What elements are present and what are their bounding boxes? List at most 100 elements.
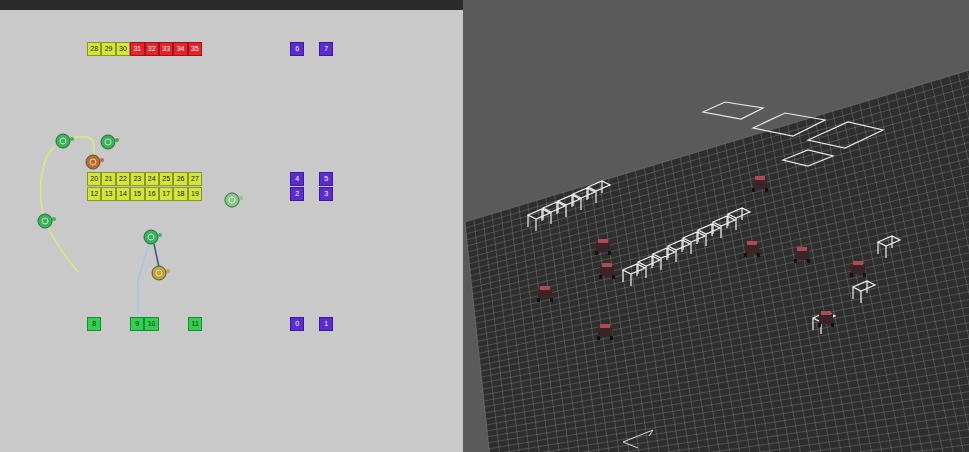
robot-path: [154, 244, 160, 272]
station-group: 5: [319, 172, 333, 186]
station[interactable]: 5: [319, 172, 333, 186]
station[interactable]: 9: [130, 317, 144, 331]
robot-model-icon: [595, 239, 611, 255]
robot-layer: [0, 10, 463, 452]
rack-icon: [878, 236, 900, 258]
axis-icon: [623, 430, 653, 448]
rack-icon: [728, 208, 750, 230]
frame: [783, 150, 833, 166]
station[interactable]: 15: [130, 187, 144, 201]
rack-icon: [653, 248, 675, 270]
rack-icon: [543, 202, 565, 224]
rack-icon: [683, 232, 705, 254]
station-group: 11: [188, 317, 202, 331]
station[interactable]: 14: [116, 187, 130, 201]
map-canvas[interactable]: 2829303132333435672021222324252627121314…: [0, 10, 463, 452]
station[interactable]: 33: [159, 42, 173, 56]
station[interactable]: 4: [290, 172, 304, 186]
robot-model-icon: [818, 311, 834, 327]
station-group: 2829303132333435: [87, 42, 202, 56]
robot-icon[interactable]: [152, 266, 170, 280]
station[interactable]: 32: [145, 42, 159, 56]
station[interactable]: 34: [173, 42, 187, 56]
map-panel: 2829303132333435672021222324252627121314…: [0, 0, 463, 452]
station-group: 2021222324252627: [87, 172, 202, 186]
station-group: 2: [290, 187, 304, 201]
robot-icon[interactable]: [38, 214, 56, 228]
3d-view[interactable]: [463, 0, 969, 452]
robot-model-icon: [597, 324, 613, 340]
rack-icon: [558, 195, 580, 217]
station[interactable]: 8: [87, 317, 101, 331]
station[interactable]: 22: [116, 172, 130, 186]
simulation-app: 2829303132333435672021222324252627121314…: [0, 0, 969, 452]
robot-model-icon: [850, 261, 866, 277]
station-group: 1: [319, 317, 333, 331]
robot-model-icon: [537, 286, 553, 302]
station[interactable]: 21: [101, 172, 115, 186]
station[interactable]: 27: [188, 172, 202, 186]
robot-icon[interactable]: [144, 230, 162, 244]
rack-icon: [573, 188, 595, 210]
station-group: 8: [87, 317, 101, 331]
station-group: 910: [130, 317, 159, 331]
station[interactable]: 6: [290, 42, 304, 56]
floor: [465, 60, 969, 452]
robot-path: [41, 147, 55, 221]
station[interactable]: 18: [173, 187, 187, 201]
station[interactable]: 0: [290, 317, 304, 331]
robot-model-icon: [599, 263, 615, 279]
station[interactable]: 30: [116, 42, 130, 56]
3d-scene: [463, 0, 969, 452]
station[interactable]: 7: [319, 42, 333, 56]
rack-icon: [813, 312, 835, 334]
robot-paths: [0, 10, 463, 452]
station[interactable]: 1: [319, 317, 333, 331]
station-group: 6: [290, 42, 304, 56]
robot-path: [63, 137, 94, 162]
frame: [753, 113, 825, 136]
station[interactable]: 35: [188, 42, 202, 56]
station[interactable]: 23: [130, 172, 144, 186]
robot-model-icon: [794, 247, 810, 263]
station[interactable]: 10: [144, 317, 158, 331]
station-group: 3: [319, 187, 333, 201]
station[interactable]: 13: [101, 187, 115, 201]
robot-icon[interactable]: [86, 155, 104, 169]
map-toolbar: [0, 0, 463, 10]
robot-path: [45, 221, 78, 272]
station-group: 7: [319, 42, 333, 56]
rack-icon: [528, 209, 550, 231]
frame: [703, 102, 763, 119]
rack-icon: [698, 224, 720, 246]
frame: [808, 122, 883, 148]
station[interactable]: 25: [159, 172, 173, 186]
rack-icon: [623, 264, 645, 286]
station[interactable]: 31: [130, 42, 144, 56]
station[interactable]: 2: [290, 187, 304, 201]
station-group: 1213141516171819: [87, 187, 202, 201]
station[interactable]: 24: [145, 172, 159, 186]
robot-model-icon: [744, 241, 760, 257]
robot-icon[interactable]: [225, 193, 243, 207]
robot-icon[interactable]: [101, 135, 119, 149]
station[interactable]: 17: [159, 187, 173, 201]
station[interactable]: 26: [173, 172, 187, 186]
rack-icon: [668, 240, 690, 262]
station[interactable]: 28: [87, 42, 101, 56]
station-group: 4: [290, 172, 304, 186]
station[interactable]: 16: [145, 187, 159, 201]
rack-icon: [588, 181, 610, 203]
station[interactable]: 19: [188, 187, 202, 201]
robot-path: [138, 237, 151, 312]
rack-icon: [713, 216, 735, 238]
robot-model-icon: [752, 176, 768, 192]
station[interactable]: 3: [319, 187, 333, 201]
robot-icon[interactable]: [56, 134, 74, 148]
station-group: 0: [290, 317, 304, 331]
station[interactable]: 20: [87, 172, 101, 186]
station[interactable]: 12: [87, 187, 101, 201]
station[interactable]: 11: [188, 317, 202, 331]
station[interactable]: 29: [101, 42, 115, 56]
rack-icon: [638, 256, 660, 278]
